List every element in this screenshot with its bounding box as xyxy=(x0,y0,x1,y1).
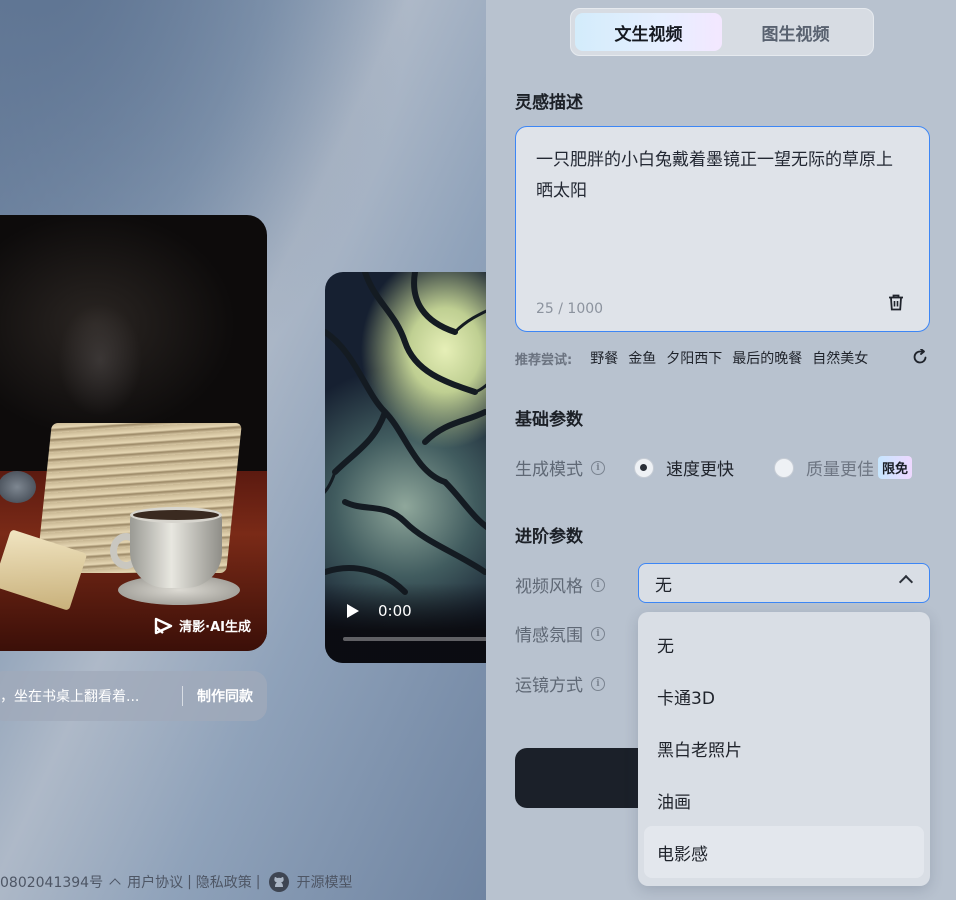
mood-label: 情感氛围 i xyxy=(515,621,605,646)
video-style-select[interactable]: 无 xyxy=(638,563,930,603)
info-icon[interactable]: i xyxy=(591,577,605,592)
video-progress-track[interactable] xyxy=(343,637,486,641)
caption-text: ，坐在书桌上翻看着... xyxy=(0,689,140,705)
footer-separator: | xyxy=(187,874,192,890)
play-icon[interactable] xyxy=(347,604,359,618)
footer: 0802041394号 用户协议 | 隐私政策 | 开源模型 xyxy=(0,872,353,892)
camera-label: 运镜方式 i xyxy=(515,671,605,696)
prompt-section-title: 灵感描述 xyxy=(515,93,583,113)
settings-panel: 文生视频 图生视频 灵感描述 一只肥胖的小白兔戴着墨镜正一望无际的草原上晒太阳 … xyxy=(486,0,956,900)
radio-speed-label: 速度更快 xyxy=(666,460,734,480)
gallery: 清影·AI生成 ，坐在书桌上翻看着... 制作同款 0:00 080204139… xyxy=(0,0,486,900)
info-icon[interactable]: i xyxy=(591,460,605,475)
qingying-logo-icon xyxy=(154,617,174,635)
tab-text-to-video[interactable]: 文生视频 xyxy=(575,13,722,51)
suggestion-chip[interactable]: 野餐 xyxy=(590,348,618,368)
prompt-textarea[interactable]: 一只肥胖的小白兔戴着墨镜正一望无际的草原上晒太阳 25 / 1000 xyxy=(515,126,930,332)
dropdown-option[interactable]: 卡通3D xyxy=(644,670,924,722)
caption-bar: ，坐在书桌上翻看着... 制作同款 xyxy=(0,671,267,721)
radio-quality-dot[interactable] xyxy=(774,457,794,478)
info-icon[interactable]: i xyxy=(591,676,605,691)
caption-divider xyxy=(182,686,183,706)
suggestion-chip[interactable]: 自然美女 xyxy=(812,348,868,368)
video-style-dropdown: 无 卡通3D 黑白老照片 油画 电影感 xyxy=(638,612,930,886)
mode-tabs: 文生视频 图生视频 xyxy=(570,8,874,56)
gallery-card-image[interactable]: 清影·AI生成 xyxy=(0,215,267,651)
video-style-text: 视频风格 xyxy=(515,577,583,597)
privacy-link[interactable]: 隐私政策 xyxy=(196,872,252,892)
prompt-text[interactable]: 一只肥胖的小白兔戴着墨镜正一望无际的草原上晒太阳 xyxy=(536,145,909,207)
refresh-icon[interactable] xyxy=(912,349,928,365)
suggestion-chip[interactable]: 金鱼 xyxy=(628,348,656,368)
video-controls xyxy=(325,583,486,663)
open-source-link[interactable]: 开源模型 xyxy=(297,872,353,892)
suggestion-chip[interactable]: 夕阳西下 xyxy=(666,348,722,368)
steam xyxy=(40,275,160,445)
gallery-card-video[interactable]: 0:00 xyxy=(325,272,486,663)
advanced-section-title: 进阶参数 xyxy=(515,527,583,547)
video-time: 0:00 xyxy=(378,602,412,620)
watermark-text: 清影·AI生成 xyxy=(179,620,251,635)
suggestions-label: 推荐尝试: xyxy=(515,352,573,368)
free-badge: 限免 xyxy=(878,456,913,479)
chevron-up-icon xyxy=(109,878,121,890)
radio-quality-label: 质量更佳 xyxy=(806,460,874,480)
chevron-up-icon xyxy=(898,574,914,590)
radio-speed-dot[interactable] xyxy=(634,457,654,478)
user-agreement-link[interactable]: 用户协议 xyxy=(127,872,183,892)
dropdown-option[interactable]: 黑白老照片 xyxy=(644,722,924,774)
mood-text: 情感氛围 xyxy=(515,626,583,646)
icp-number[interactable]: 0802041394号 xyxy=(0,872,103,892)
suggestion-chip[interactable]: 最后的晚餐 xyxy=(732,348,802,368)
camera-text: 运镜方式 xyxy=(515,676,583,696)
char-counter: 25 / 1000 xyxy=(536,301,604,317)
generation-mode-label: 生成模式 i xyxy=(515,455,605,480)
generation-mode-text: 生成模式 xyxy=(515,460,583,480)
basic-section-title: 基础参数 xyxy=(515,410,583,430)
info-icon[interactable]: i xyxy=(591,626,605,641)
footer-separator: | xyxy=(255,874,261,890)
watermark: 清影·AI生成 xyxy=(154,616,251,635)
suggestions: 推荐尝试: 野餐 金鱼 夕阳西下 最后的晚餐 自然美女 xyxy=(515,348,878,368)
dropdown-option[interactable]: 油画 xyxy=(644,774,924,826)
radio-quality[interactable]: 质量更佳 限免 xyxy=(774,455,913,480)
radio-speed[interactable]: 速度更快 xyxy=(634,455,734,480)
tab-image-to-video[interactable]: 图生视频 xyxy=(722,13,869,51)
video-style-value: 无 xyxy=(655,575,672,596)
cup-rim xyxy=(130,507,222,523)
dropdown-option[interactable]: 无 xyxy=(644,618,924,670)
video-style-label: 视频风格 i xyxy=(515,572,605,597)
make-same-button[interactable]: 制作同款 xyxy=(197,686,253,706)
dropdown-option[interactable]: 电影感 xyxy=(644,826,924,878)
trash-icon[interactable] xyxy=(888,294,904,311)
github-icon[interactable] xyxy=(268,872,289,892)
